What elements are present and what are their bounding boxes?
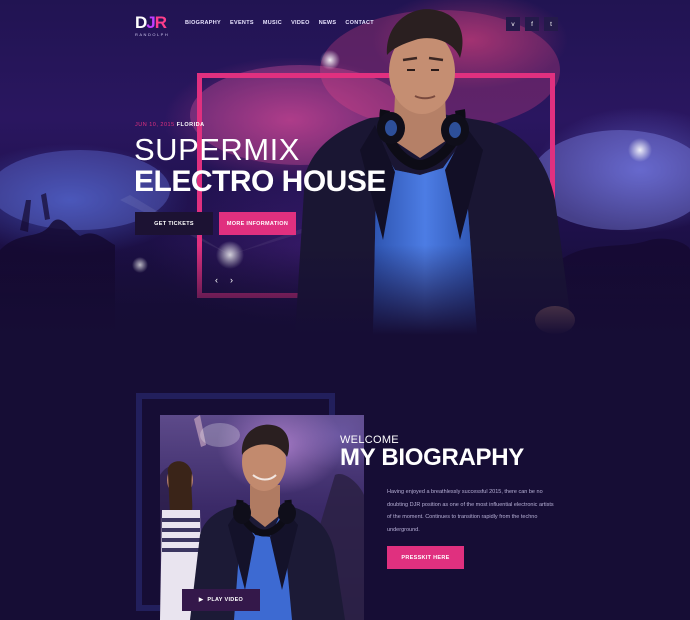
logo-subtitle: RANDOLPH (135, 32, 170, 37)
hero-title-line2: ELECTRO HOUSE (134, 165, 386, 198)
nav-item-music[interactable]: MUSIC (263, 20, 282, 26)
event-place: FLORIDA (176, 122, 205, 128)
facebook-icon[interactable]: f (525, 17, 539, 31)
bio-text: Having enjoyed a breathlessly successful… (387, 489, 554, 533)
get-tickets-button[interactable]: GET TICKETS (135, 212, 213, 235)
vimeo-icon[interactable]: v (506, 17, 520, 31)
presskit-button[interactable]: PRESSKIT HERE (387, 546, 464, 569)
social-links: v f t (506, 17, 558, 31)
play-icon: ▶ (198, 597, 204, 603)
event-date-value: JUN 10, 2015 (135, 122, 175, 128)
slider-next-icon[interactable]: › (230, 275, 233, 285)
event-date: JUN 10, 2015 FLORIDA (135, 122, 205, 128)
nav-item-contact[interactable]: CONTACT (345, 20, 374, 26)
more-information-button[interactable]: MORE INFORMATION (219, 212, 296, 235)
play-video-label: PLAY VIDEO (207, 597, 244, 603)
logo-mark: D J R (135, 14, 175, 31)
hero-section: D J R RANDOLPH BIOGRAPHY EVENTS MUSIC VI… (0, 0, 690, 335)
slider-prev-icon[interactable]: ‹ (215, 275, 218, 285)
twitter-icon[interactable]: t (544, 17, 558, 31)
hero-title-line1: SUPERMIX (134, 132, 300, 167)
hero-bottom-fade (0, 245, 690, 335)
nav-item-news[interactable]: NEWS (319, 20, 337, 26)
main-nav: BIOGRAPHY EVENTS MUSIC VIDEO NEWS CONTAC… (185, 20, 374, 26)
play-video-button[interactable]: ▶ PLAY VIDEO (182, 589, 260, 611)
logo-letter-d: D (135, 13, 147, 32)
nav-item-events[interactable]: EVENTS (230, 20, 254, 26)
logo-letter-r: R (154, 13, 167, 32)
logo-letter-j: J (146, 13, 156, 32)
nav-item-biography[interactable]: BIOGRAPHY (185, 20, 221, 26)
nav-item-video[interactable]: VIDEO (291, 20, 310, 26)
page: D J R RANDOLPH BIOGRAPHY EVENTS MUSIC VI… (0, 0, 690, 620)
bio-title: MY BIOGRAPHY (340, 444, 524, 471)
logo[interactable]: D J R RANDOLPH (135, 14, 175, 42)
